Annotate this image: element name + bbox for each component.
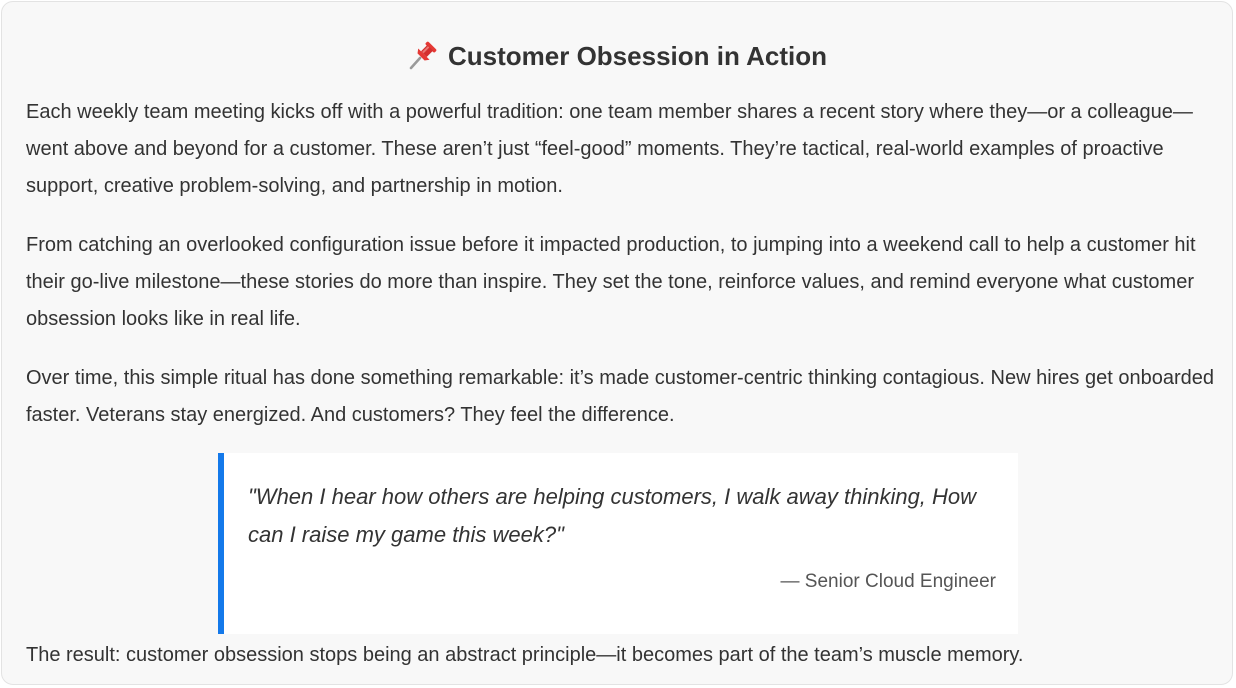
paragraph-intro: Each weekly team meeting kicks off with … bbox=[26, 101, 1193, 197]
card-header: Customer Obsession in Action bbox=[26, 39, 1208, 73]
quote-attribution: — Senior Cloud Engineer bbox=[780, 571, 996, 592]
pushpin-icon bbox=[407, 40, 439, 70]
testimonial-quote: "When I hear how others are helping cust… bbox=[218, 453, 1018, 634]
paragraph-closing: The result: customer obsession stops bei… bbox=[26, 644, 1024, 666]
paragraph-examples: From catching an overlooked configuratio… bbox=[26, 234, 1196, 330]
quote-text: "When I hear how others are helping cust… bbox=[248, 484, 977, 547]
card-title: Customer Obsession in Action bbox=[448, 41, 827, 71]
paragraph-impact: Over time, this simple ritual has done s… bbox=[26, 367, 1214, 426]
content-card: Customer Obsession in Action Each weekly… bbox=[1, 1, 1233, 685]
